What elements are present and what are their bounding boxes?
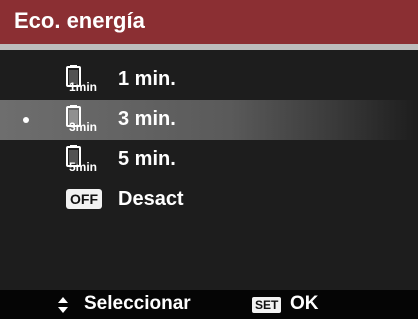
battery-timer-1min-icon: 1min <box>66 65 97 94</box>
menu-item-desact[interactable]: OFF Desact <box>0 180 418 220</box>
menu-item-1min[interactable]: 1min 1 min. <box>0 60 418 100</box>
off-icon: OFF <box>66 189 102 209</box>
icon-caption: 5min <box>69 160 97 174</box>
menu-item-label: 3 min. <box>118 108 176 130</box>
menu-item-label: 5 min. <box>118 148 176 170</box>
footer-hint-bar: Seleccionar SET OK <box>0 290 418 319</box>
icon-caption: 3min <box>69 120 97 134</box>
up-down-arrows-icon <box>58 297 68 313</box>
menu-item-3min[interactable]: 3min 3 min. <box>0 100 418 140</box>
menu-title: Eco. energía <box>14 8 145 33</box>
battery-timer-5min-icon: 5min <box>66 145 97 174</box>
options-panel: 1min 1 min. 3min 3 min. 5min 5 min. OFF … <box>0 50 418 290</box>
icon-caption: 1min <box>69 80 97 94</box>
menu-item-label: 1 min. <box>118 68 176 90</box>
select-hint: Seleccionar <box>84 293 191 314</box>
camera-menu-screen: Eco. energía 1min 1 min. 3min 3 min. 5mi… <box>0 0 418 319</box>
ok-hint: OK <box>290 293 319 314</box>
selected-indicator <box>23 117 29 123</box>
menu-item-5min[interactable]: 5min 5 min. <box>0 140 418 180</box>
set-button-icon: SET <box>252 297 282 313</box>
menu-item-label: Desact <box>118 188 184 210</box>
battery-timer-3min-icon: 3min <box>66 105 97 134</box>
title-bar: Eco. energía <box>0 0 418 44</box>
